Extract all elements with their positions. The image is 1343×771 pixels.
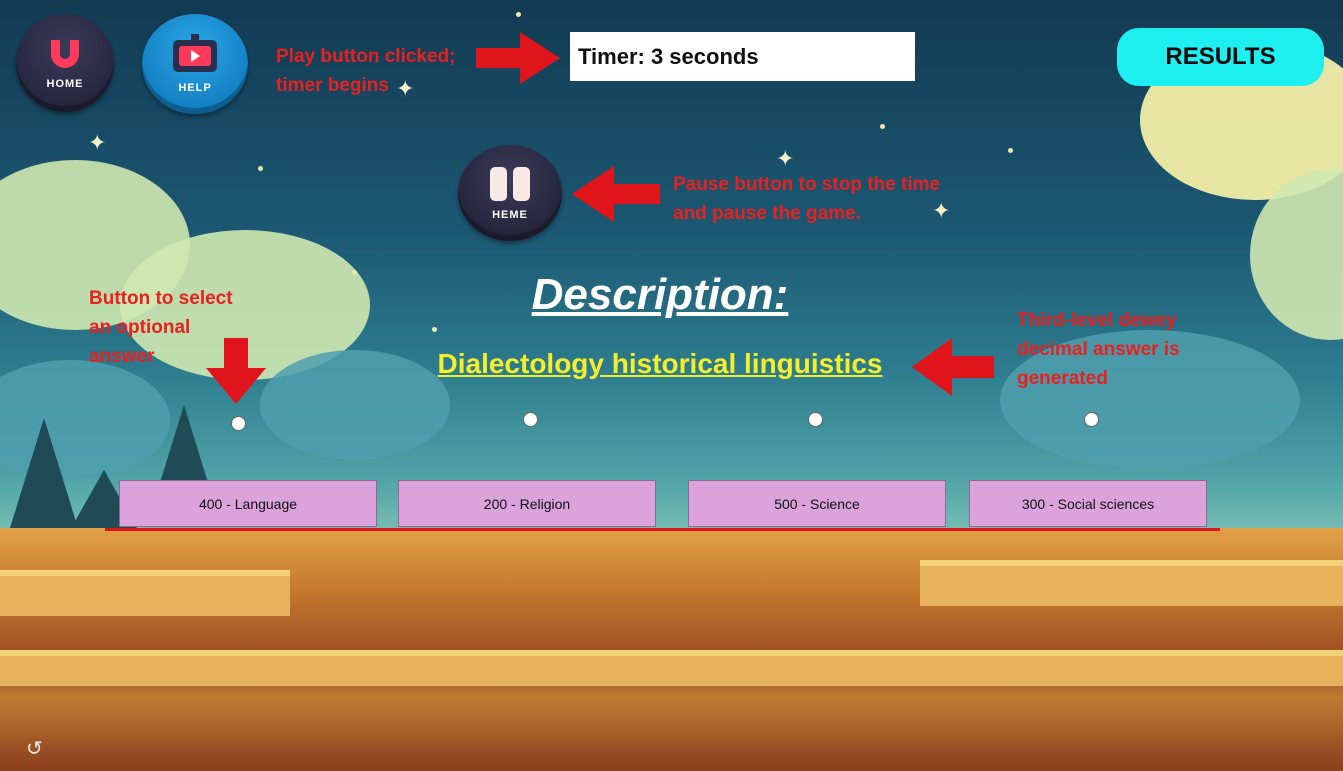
red-arrow-icon (206, 338, 266, 404)
red-arrow-icon (912, 338, 994, 396)
description-title: Description: (531, 270, 789, 319)
pause-caption: HEME (492, 209, 528, 221)
option-radio-2[interactable] (523, 412, 538, 427)
option-button-religion[interactable]: 200 - Religion (398, 480, 656, 527)
red-arrow-icon (476, 32, 560, 84)
pause-button[interactable]: HEME (458, 145, 562, 241)
help-button[interactable]: HELP (142, 14, 248, 114)
red-arrow-icon (572, 166, 660, 222)
star-dot (258, 166, 263, 171)
platform-decoration (0, 650, 1343, 686)
timer-display: Timer: 3 seconds (570, 32, 915, 81)
star-dot (516, 12, 521, 17)
platform-decoration (0, 570, 290, 616)
pause-icon (490, 167, 530, 201)
platform-decoration (920, 560, 1343, 606)
help-video-icon (173, 34, 217, 72)
home-u-icon (51, 40, 79, 68)
option-radio-1[interactable] (231, 416, 246, 431)
star-decoration: ✦ (88, 130, 107, 155)
star-dot (432, 327, 437, 332)
generated-answer: Dialectology historical linguistics (437, 348, 883, 379)
corner-logo-icon: ↺ (26, 738, 43, 760)
home-button[interactable]: HOME (16, 14, 114, 112)
star-dot (352, 270, 357, 275)
star-decoration: ✦ (776, 146, 795, 171)
option-button-science[interactable]: 500 - Science (688, 480, 946, 527)
answer-annotation: Third-level dewey decimal answer is gene… (1017, 310, 1180, 389)
home-caption: HOME (46, 78, 84, 90)
star-dot (1008, 148, 1013, 153)
results-button[interactable]: RESULTS (1117, 28, 1324, 86)
option-radio-4[interactable] (1084, 412, 1099, 427)
option-button-language[interactable]: 400 - Language (119, 480, 377, 527)
star-dot (880, 124, 885, 129)
play-annotation: Play button clicked; timer begins (276, 46, 456, 96)
option-button-social-sciences[interactable]: 300 - Social sciences (969, 480, 1207, 527)
game-window: ✦ ✦ ✦ ✦ HOME HELP HEME Timer: 3 seconds (0, 0, 1343, 771)
tree-decoration (10, 418, 78, 528)
help-caption: HELP (178, 82, 212, 94)
pause-annotation: Pause button to stop the time and pause … (673, 174, 941, 224)
underline-divider (105, 528, 1220, 531)
option-radio-3[interactable] (808, 412, 823, 427)
